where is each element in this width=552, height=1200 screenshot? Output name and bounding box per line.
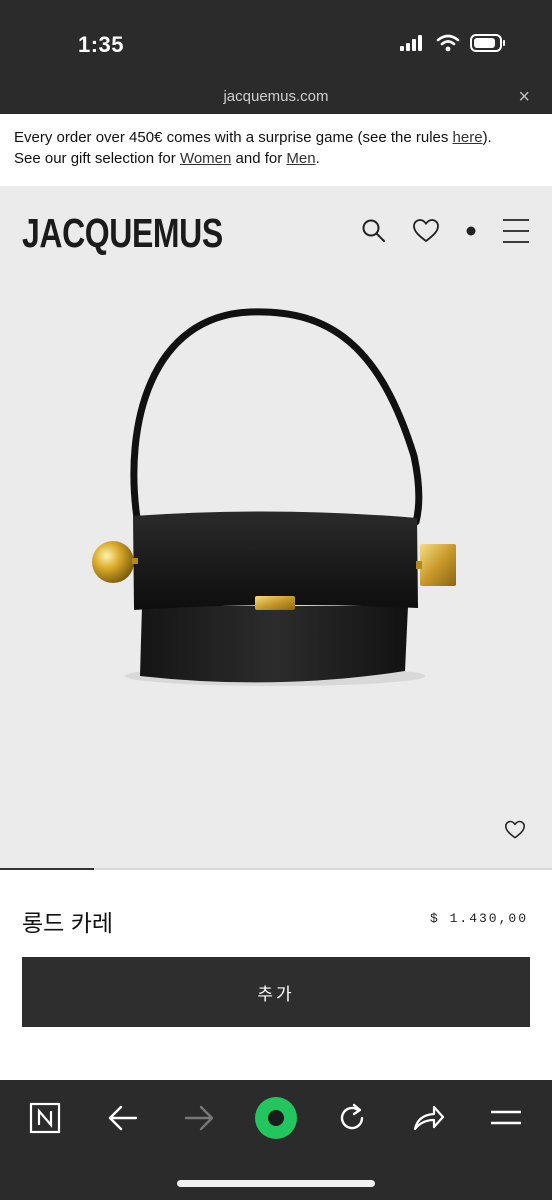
share-icon[interactable] xyxy=(407,1096,451,1140)
forward-arrow-icon[interactable] xyxy=(177,1096,221,1140)
add-to-cart-button[interactable]: 추가 xyxy=(22,957,530,1027)
menu-icon[interactable] xyxy=(502,218,530,244)
back-arrow-icon[interactable] xyxy=(101,1096,145,1140)
men-link[interactable]: Men xyxy=(286,150,315,167)
status-bar: 1:35 xyxy=(0,0,552,86)
browser-url-bar: jacquemus.com × xyxy=(0,86,552,114)
promo-banner: Every order over 450€ comes with a surpr… xyxy=(0,114,552,186)
browser-nav-row xyxy=(0,1096,552,1140)
product-name: 롱드 카레 xyxy=(22,910,114,936)
status-time: 1:35 xyxy=(78,32,125,57)
product-price: $ 1.430,00 xyxy=(429,911,528,926)
banner-text: . xyxy=(315,150,320,167)
battery-icon xyxy=(470,34,506,57)
home-indicator[interactable] xyxy=(177,1180,375,1187)
reload-icon[interactable] xyxy=(330,1096,374,1140)
banner-line-2: See our gift selection for Women and for… xyxy=(14,148,538,169)
menu-icon[interactable] xyxy=(484,1096,528,1140)
banner-text: See our gift selection for xyxy=(14,150,180,167)
logo[interactable]: JACQUEMUS xyxy=(22,210,223,257)
banner-line-1: Every order over 450€ comes with a surpr… xyxy=(14,127,538,148)
signal-icon xyxy=(400,35,426,56)
women-link[interactable]: Women xyxy=(180,150,231,167)
url-text[interactable]: jacquemus.com xyxy=(0,88,552,105)
product-info: 롱드 카레 $ 1.430,00 추가 xyxy=(0,870,552,1080)
product-page: JACQUEMUS xyxy=(0,186,552,870)
browser-bottom-bar xyxy=(0,1080,552,1200)
favorite-heart-icon[interactable] xyxy=(504,820,526,845)
wifi-icon xyxy=(436,34,460,57)
banner-text: and for xyxy=(231,150,287,167)
search-icon[interactable] xyxy=(361,218,387,244)
heart-icon[interactable] xyxy=(412,218,440,244)
n-logo-icon[interactable] xyxy=(23,1096,67,1140)
product-image[interactable] xyxy=(80,306,480,701)
rules-link[interactable]: here xyxy=(453,129,483,146)
dot-icon[interactable] xyxy=(465,225,477,237)
close-icon[interactable]: × xyxy=(518,86,530,109)
record-icon[interactable] xyxy=(254,1096,298,1140)
header-icons xyxy=(361,218,530,244)
banner-text: Every order over 450€ comes with a surpr… xyxy=(14,129,453,146)
status-icons xyxy=(400,34,506,57)
banner-text: ). xyxy=(482,129,492,146)
